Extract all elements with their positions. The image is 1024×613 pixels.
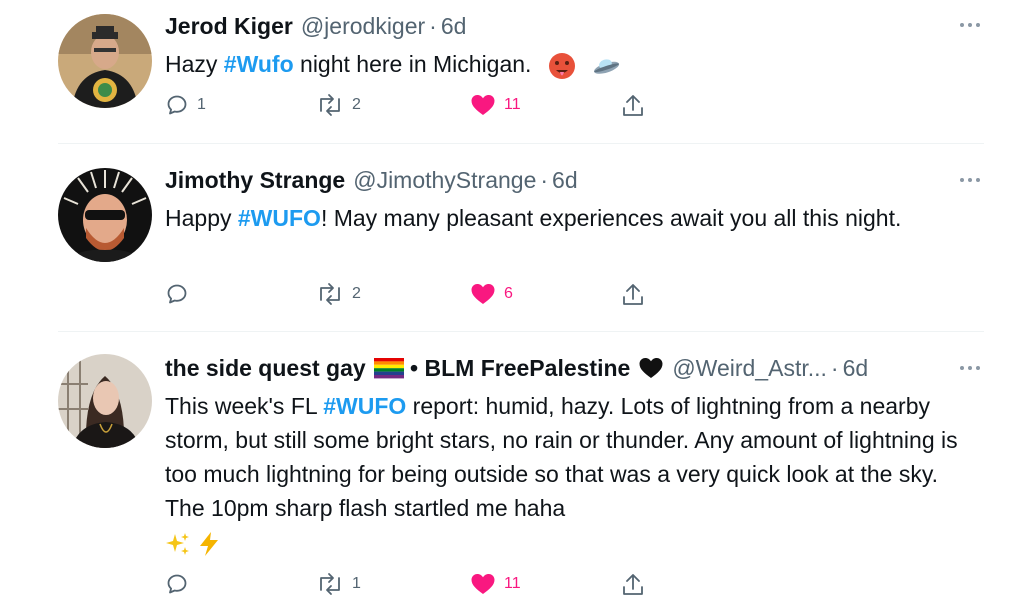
reply-icon [167,95,187,115]
more-options-icon[interactable] [957,363,983,373]
retweet-icon [320,283,340,305]
hot-face-emoji [548,52,575,79]
reply-icon [167,284,187,304]
share-button[interactable] [621,282,645,308]
hashtag-link[interactable]: #WUFO [238,205,321,231]
share-icon [623,284,643,305]
like-button[interactable]: 11 [470,572,521,596]
author-handle[interactable]: @jerodkiger [301,12,425,40]
heart-icon [471,574,495,594]
like-count: 6 [504,285,513,302]
text-segment: night here in Michigan. [293,51,532,77]
retweet-button[interactable]: 1 [316,572,361,596]
tweet-1[interactable]: Jerod Kiger @jerodkiger · 6d Hazy #Wufo … [0,0,1024,140]
author-name[interactable]: Jerod Kiger [165,12,293,40]
author-name-part2[interactable]: BLM FreePalestine [425,354,631,382]
reply-count: 1 [197,96,206,113]
tweet-2[interactable]: Jimothy Strange @JimothyStrange · 6d Hap… [0,144,1024,332]
tweet-header: Jerod Kiger @jerodkiger · 6d [165,12,466,40]
author-name-part1[interactable]: the side quest gay [165,354,366,382]
heart-icon [471,284,495,304]
retweet-count: 2 [352,96,361,113]
action-bar: 1 11 [0,572,1024,602]
share-icon [623,95,643,116]
like-count: 11 [504,96,521,113]
timestamp[interactable]: 6d [843,354,869,382]
lightning-emoji [200,531,219,556]
tweet-text: Happy #WUFO! May many pleasant experienc… [165,201,925,235]
text-segment: ! May many pleasant experiences await yo… [320,205,902,231]
separator-dot: · [429,13,437,39]
retweet-button[interactable]: 2 [316,282,361,306]
avatar[interactable] [58,354,152,448]
timestamp[interactable]: 6d [552,166,578,194]
action-bar: 2 6 [0,282,1024,312]
more-options-icon[interactable] [957,20,983,30]
action-bar: 1 2 11 [0,93,1024,123]
like-button[interactable]: 6 [470,282,513,306]
author-handle[interactable]: @Weird_Astr... [672,354,827,382]
name-separator: • [403,355,425,381]
tweet-header: the side quest gay • BLM FreePalestine @… [165,354,868,382]
share-button[interactable] [621,93,645,119]
text-segment: Happy [165,205,238,231]
share-button[interactable] [621,572,645,598]
heart-icon [471,95,495,115]
author-handle[interactable]: @JimothyStrange [353,166,536,194]
reply-button[interactable]: 1 [165,93,206,117]
author-name[interactable]: Jimothy Strange [165,166,345,194]
reply-button[interactable] [165,282,197,306]
more-options-icon[interactable] [957,175,983,185]
retweet-icon [320,573,340,595]
timestamp[interactable]: 6d [441,12,467,40]
text-segment: Hazy [165,51,224,77]
retweet-icon [320,94,340,116]
reply-icon [167,574,187,594]
retweet-count: 2 [352,285,361,302]
tweet-header: Jimothy Strange @JimothyStrange · 6d [165,166,578,194]
text-segment: This week's FL [165,393,324,419]
black-heart-icon [639,358,663,378]
tweet-text: This week's FL #WUFO report: humid, hazy… [165,389,980,559]
flying-saucer-emoji [594,59,620,74]
like-count: 11 [504,575,521,592]
separator-dot: · [830,355,839,381]
sparkles-emoji [166,532,189,555]
hashtag-link[interactable]: #WUFO [323,393,406,419]
reply-button[interactable] [165,572,197,596]
rainbow-flag-icon [373,358,404,379]
retweet-count: 1 [352,575,361,592]
share-icon [623,574,643,595]
hashtag-link[interactable]: #Wufo [224,51,294,77]
avatar[interactable] [58,168,152,262]
tweet-3[interactable]: the side quest gay • BLM FreePalestine @… [0,332,1024,613]
separator-dot: · [540,167,549,193]
tweet-text: Hazy #Wufo night here in Michigan. [165,47,965,81]
like-button[interactable]: 11 [470,93,521,117]
retweet-button[interactable]: 2 [316,93,361,117]
